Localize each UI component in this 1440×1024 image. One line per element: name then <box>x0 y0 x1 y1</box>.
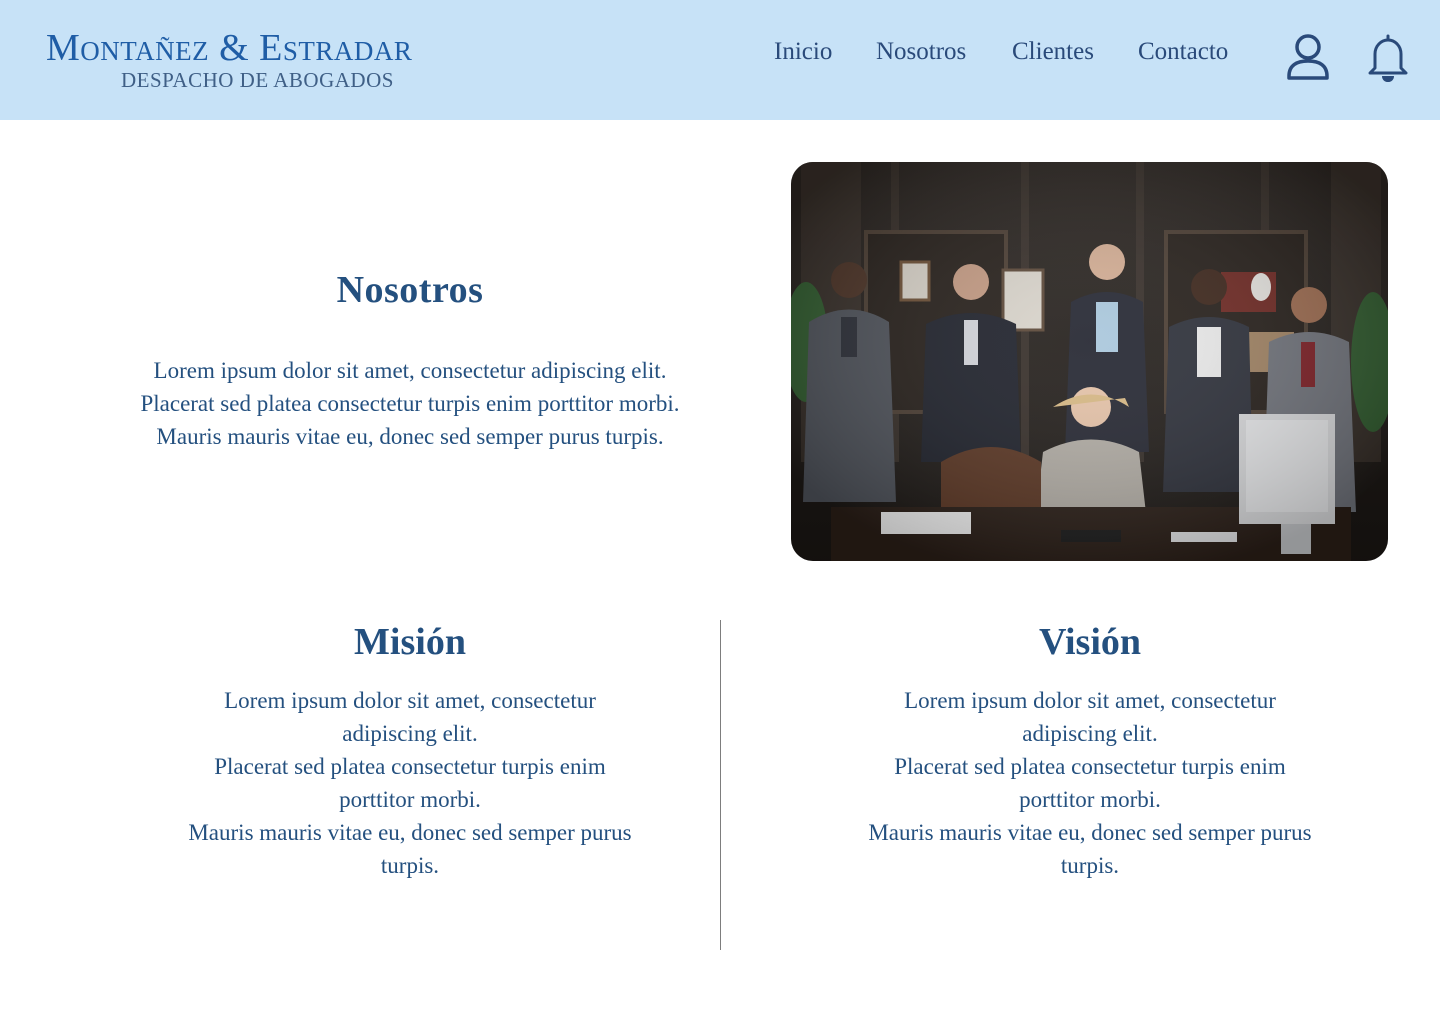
vision-line: Placerat sed platea consectetur turpis e… <box>894 754 1286 779</box>
about-line: Placerat sed platea consectetur turpis e… <box>140 391 680 416</box>
vision-line: turpis. <box>1060 853 1120 878</box>
vision-line: porttitor morbi. <box>1019 787 1161 812</box>
vision-line: Lorem ipsum dolor sit amet, consectetur <box>904 688 1276 713</box>
vision-text: Lorem ipsum dolor sit amet, consectetur … <box>810 684 1370 882</box>
nav-item-clientes[interactable]: Clientes <box>1012 38 1094 66</box>
mision-line: adipiscing elit. <box>342 721 478 746</box>
about-text: Lorem ipsum dolor sit amet, consectetur … <box>100 354 720 453</box>
mision-title: Misión <box>354 621 466 663</box>
about-title: Nosotros <box>336 269 484 311</box>
team-photo <box>791 162 1388 561</box>
nav-item-inicio[interactable]: Inicio <box>774 38 832 66</box>
bell-icon[interactable] <box>1364 32 1412 84</box>
mision-line: Placerat sed platea consectetur turpis e… <box>214 754 606 779</box>
mision-line: Mauris mauris vitae eu, donec sed semper… <box>188 820 632 845</box>
logo[interactable]: Montañez & Estradar DESPACHO DE ABOGADOS <box>46 26 486 96</box>
mision-line: porttitor morbi. <box>339 787 481 812</box>
nav-item-contacto[interactable]: Contacto <box>1138 38 1228 66</box>
logo-title: Montañez & Estradar <box>46 27 413 69</box>
user-icon[interactable] <box>1284 32 1332 84</box>
about-line: Lorem ipsum dolor sit amet, consectetur … <box>153 358 667 383</box>
nav-item-nosotros[interactable]: Nosotros <box>876 38 966 66</box>
about-line: Mauris mauris vitae eu, donec sed semper… <box>156 424 664 449</box>
mision-line: turpis. <box>380 853 440 878</box>
section-divider <box>720 620 721 950</box>
logo-subtitle: DESPACHO DE ABOGADOS <box>121 68 394 92</box>
mision-line: Lorem ipsum dolor sit amet, consectetur <box>224 688 596 713</box>
site-header: Montañez & Estradar DESPACHO DE ABOGADOS… <box>0 0 1440 120</box>
vision-line: Mauris mauris vitae eu, donec sed semper… <box>868 820 1312 845</box>
vision-line: adipiscing elit. <box>1022 721 1158 746</box>
vision-title: Visión <box>1038 621 1142 663</box>
mision-text: Lorem ipsum dolor sit amet, consectetur … <box>130 684 690 882</box>
